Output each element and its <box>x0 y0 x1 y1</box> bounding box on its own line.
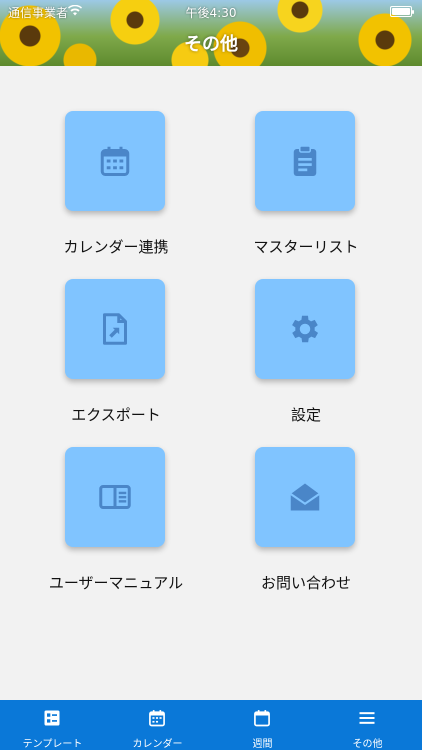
calendar-sync-button[interactable] <box>65 111 165 211</box>
battery-icon <box>390 6 414 17</box>
calendar-sync-label: カレンダー連携 <box>63 238 169 256</box>
gear-icon <box>292 315 319 343</box>
tab-other-label: その他 <box>352 739 383 750</box>
tab-week[interactable]: 週間 <box>210 700 315 750</box>
clipboard-icon <box>293 145 317 176</box>
calendar-icon <box>149 710 165 727</box>
file-export-icon <box>103 313 127 345</box>
master-list-button[interactable] <box>255 111 355 211</box>
week-icon <box>254 710 270 727</box>
status-time: 午後4:30 <box>185 6 237 20</box>
tab-other[interactable]: その他 <box>315 700 420 750</box>
envelope-open-icon <box>290 483 320 511</box>
contact-label: お問い合わせ <box>260 574 351 592</box>
tab-bar: テンプレート カレンダー 週間 その他 <box>0 700 422 750</box>
page-title: その他 <box>184 34 238 55</box>
header-banner: 通信事業者 午後4:30 その他 <box>0 0 422 66</box>
settings-button[interactable] <box>255 279 355 379</box>
template-icon <box>44 710 60 726</box>
master-list-label: マスターリスト <box>253 238 359 256</box>
menu-icon <box>359 712 375 724</box>
settings-label: 設定 <box>290 406 321 424</box>
user-manual-label: ユーザーマニュアル <box>48 574 184 592</box>
contact-button[interactable] <box>255 447 355 547</box>
status-bar: 通信事業者 午後4:30 <box>0 4 422 20</box>
tab-calendar-label: カレンダー <box>132 739 183 750</box>
export-label: エクスポート <box>71 406 161 424</box>
calendar-icon <box>100 146 130 176</box>
user-manual-button[interactable] <box>65 447 165 547</box>
book-icon <box>99 485 131 509</box>
tab-week-label: 週間 <box>252 739 273 750</box>
tab-template-label: テンプレート <box>22 739 83 750</box>
export-button[interactable] <box>65 279 165 379</box>
tab-template[interactable]: テンプレート <box>0 700 105 750</box>
tab-calendar[interactable]: カレンダー <box>105 700 210 750</box>
